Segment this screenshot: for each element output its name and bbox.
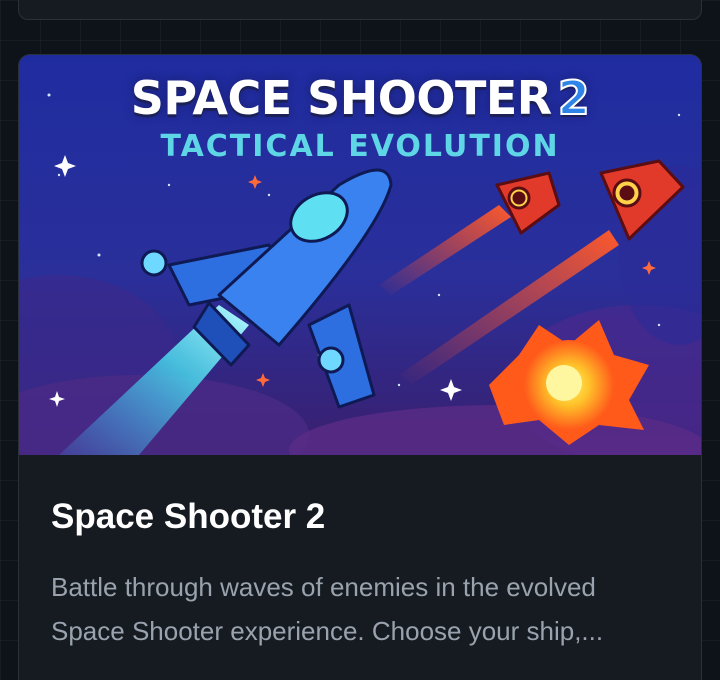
game-description: Battle through waves of enemies in the e…: [51, 572, 604, 646]
game-card-body: Space Shooter 2 Battle through waves of …: [19, 455, 701, 653]
game-thumbnail[interactable]: SPACE SHOOTER 2 TACTICAL EVOLUTION: [19, 55, 701, 455]
game-card-space-shooter-2[interactable]: SPACE SHOOTER 2 TACTICAL EVOLUTION Space …: [18, 54, 702, 680]
previous-game-card[interactable]: [18, 0, 702, 20]
game-list-page: SPACE SHOOTER 2 TACTICAL EVOLUTION Space …: [0, 0, 720, 680]
game-title[interactable]: Space Shooter 2: [51, 495, 669, 539]
thumbnail-title-text: SPACE SHOOTER 2: [130, 70, 591, 126]
thumbnail-subtitle-text: TACTICAL EVOLUTION: [160, 129, 560, 164]
